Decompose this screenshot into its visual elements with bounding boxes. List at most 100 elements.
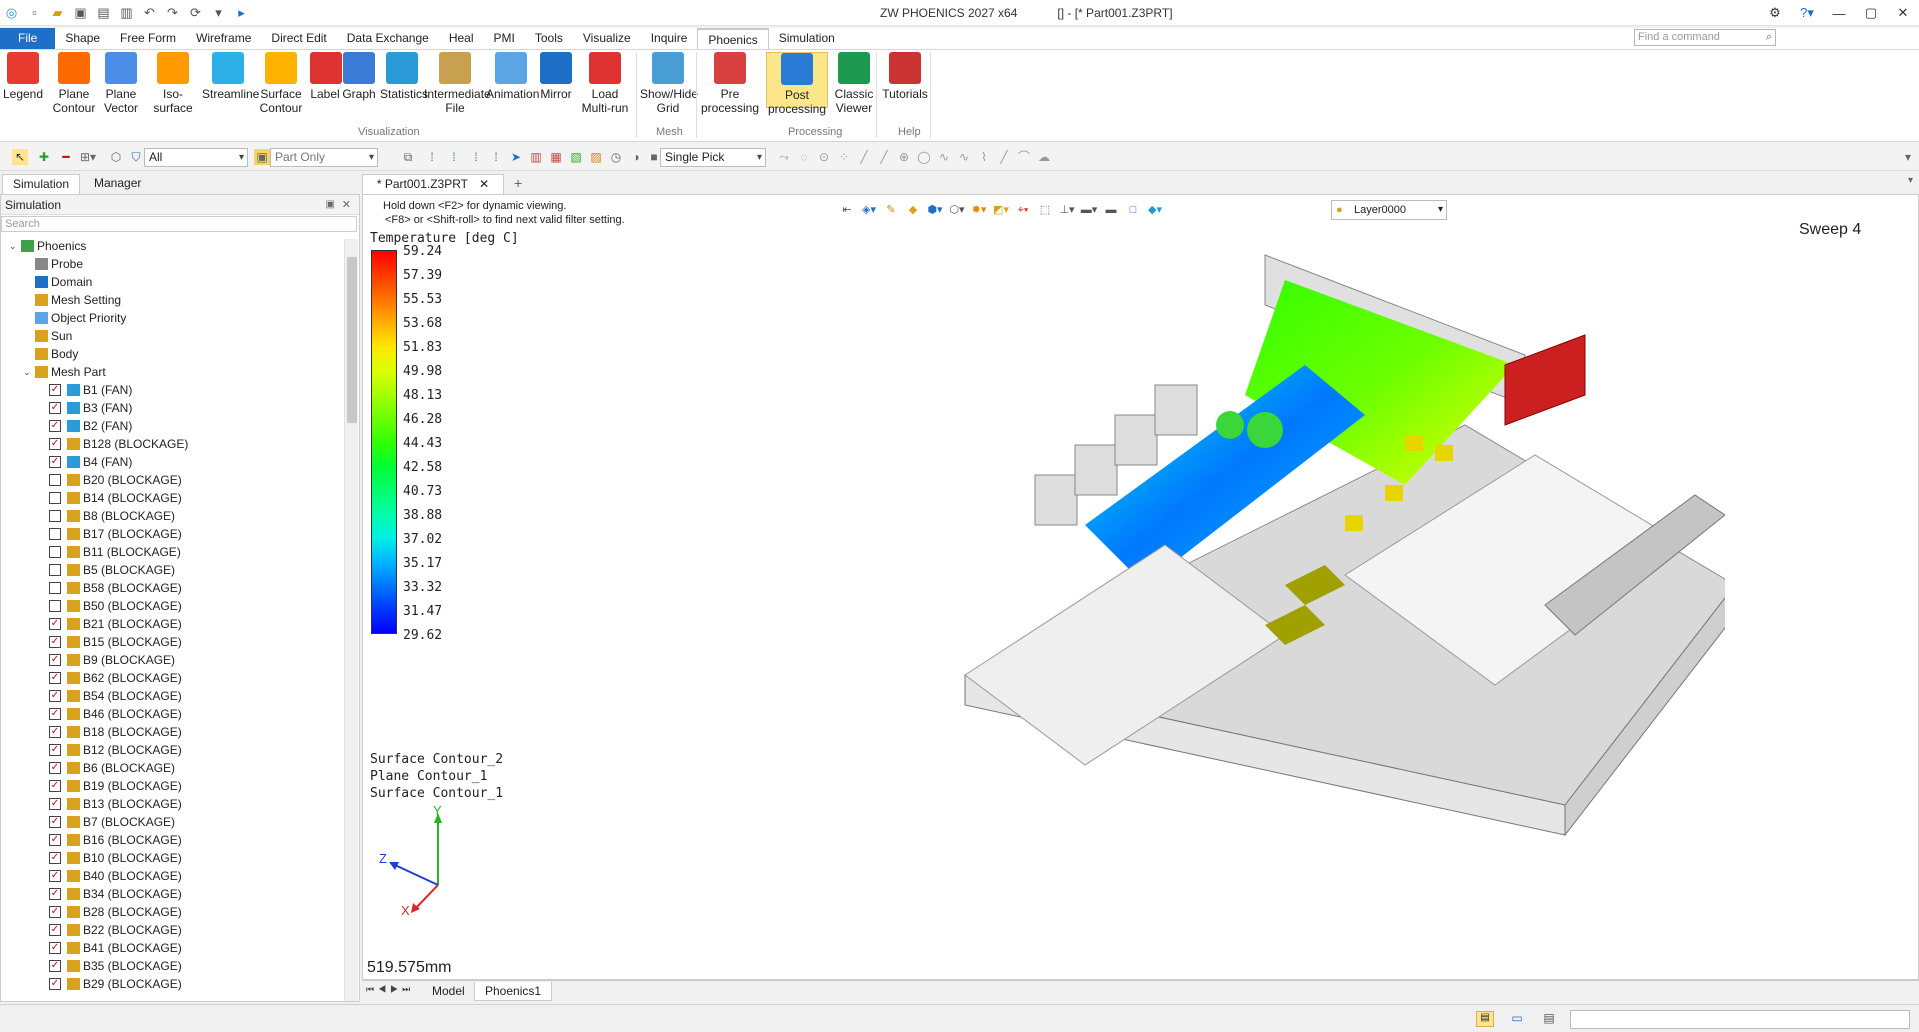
tree-item-sun[interactable]: Sun	[1, 327, 341, 345]
tree-item-mesh-part[interactable]: ⌄ Mesh Part	[1, 363, 341, 381]
select-arrow-icon[interactable]: ↖	[12, 149, 28, 165]
tree-part-row[interactable]: B8 (BLOCKAGE)	[1, 507, 341, 525]
app-logo-icon[interactable]: ◎	[2, 3, 21, 22]
tree-part-row[interactable]: ✓ B46 (BLOCKAGE)	[1, 705, 341, 723]
tree-item-probe[interactable]: Probe	[1, 255, 341, 273]
tree-part-row[interactable]: ✓ B6 (BLOCKAGE)	[1, 759, 341, 777]
menu-wireframe[interactable]: Wireframe	[186, 28, 261, 49]
part-checkbox[interactable]: ✓	[49, 384, 61, 396]
status-icon-3[interactable]: ▤	[1540, 1011, 1558, 1027]
menu-data-exchange[interactable]: Data Exchange	[337, 28, 439, 49]
part-checkbox[interactable]: ✓	[49, 780, 61, 792]
command-search-input[interactable]: Find a command ⌕	[1634, 29, 1776, 46]
history-icon[interactable]: ◷	[608, 149, 624, 165]
part-checkbox[interactable]	[49, 492, 61, 504]
tree-part-row[interactable]: ✓ B4 (FAN)	[1, 453, 341, 471]
part-checkbox[interactable]	[49, 582, 61, 594]
part-checkbox[interactable]: ✓	[49, 978, 61, 990]
tree-search-input[interactable]: Search	[1, 216, 357, 232]
tree-part-row[interactable]: ✓ B16 (BLOCKAGE)	[1, 831, 341, 849]
status-icon-1[interactable]: ▤	[1476, 1011, 1494, 1027]
menu-file[interactable]: File	[0, 28, 56, 49]
view-wire-icon[interactable]: ⬡▾	[948, 201, 966, 219]
view-display-icon[interactable]: ▬▾	[1080, 201, 1098, 219]
tree-scrollbar[interactable]	[344, 239, 358, 1001]
ribbon-load-multi-run-button[interactable]: Load Multi-run	[578, 52, 632, 115]
part-checkbox[interactable]: ✓	[49, 816, 61, 828]
menu-visualize[interactable]: Visualize	[573, 28, 641, 49]
part-checkbox[interactable]	[49, 528, 61, 540]
remove-icon[interactable]: ━	[58, 149, 74, 165]
part-checkbox[interactable]: ✓	[49, 888, 61, 900]
tree-part-row[interactable]: ✓ B35 (BLOCKAGE)	[1, 957, 341, 975]
view-axis-icon[interactable]: ⊥▾	[1058, 201, 1076, 219]
part-scope-icon[interactable]: ▣	[254, 149, 270, 165]
tab-simulation[interactable]: Simulation	[2, 174, 81, 194]
part-checkbox[interactable]	[49, 600, 61, 612]
tabs-overflow-icon[interactable]: ▾	[1908, 175, 1913, 186]
play-icon[interactable]: ▸	[232, 3, 251, 22]
tree-part-row[interactable]: B20 (BLOCKAGE)	[1, 471, 341, 489]
undo-icon[interactable]: ↶	[140, 3, 159, 22]
part-checkbox[interactable]: ✓	[49, 726, 61, 738]
ribbon-label-button[interactable]: Label	[310, 52, 342, 101]
part-checkbox[interactable]	[49, 564, 61, 576]
ribbon-show-hide-grid-button[interactable]: Show/Hide Grid	[640, 52, 698, 115]
save-icon[interactable]: ▣	[71, 3, 90, 22]
filter-combo[interactable]: All	[144, 148, 248, 167]
tree-item-mesh-setting[interactable]: Mesh Setting	[1, 291, 341, 309]
ribbon-streamline-button[interactable]: Streamline	[202, 52, 259, 101]
close-tab-icon[interactable]: ✕	[479, 177, 489, 191]
expand-chevron-icon[interactable]: ⌄	[9, 237, 19, 255]
tree-part-row[interactable]: ✓ B18 (BLOCKAGE)	[1, 723, 341, 741]
menu-simulation[interactable]: Simulation	[769, 28, 845, 49]
part-checkbox[interactable]: ✓	[49, 834, 61, 846]
view-black-icon[interactable]: ▬	[1102, 201, 1120, 219]
part-checkbox[interactable]: ✓	[49, 852, 61, 864]
part-checkbox[interactable]	[49, 510, 61, 522]
pick-icon-4[interactable]: ▨	[588, 149, 604, 165]
help-icon[interactable]: ?▾	[1791, 0, 1823, 26]
ribbon-surface-contour-button[interactable]: Surface Contour	[258, 52, 304, 115]
pick-mode-combo[interactable]: Single Pick	[660, 148, 766, 167]
curve-tool-icon-4[interactable]: ⁘	[836, 149, 852, 165]
curve-tool-icon-2[interactable]: ◌	[796, 149, 812, 165]
status-icon-2[interactable]: ▭	[1508, 1011, 1526, 1027]
ribbon-tutorials-button[interactable]: Tutorials	[882, 52, 928, 101]
curve-tool-icon-5[interactable]: ╱	[856, 149, 872, 165]
maximize-button[interactable]: ▢	[1855, 0, 1887, 26]
snap-icon-1[interactable]: ⁞	[424, 149, 440, 165]
tree-part-row[interactable]: ✓ B28 (BLOCKAGE)	[1, 903, 341, 921]
curve-tool-icon-11[interactable]: ⌇	[976, 149, 992, 165]
print-preview-icon[interactable]: ▥	[117, 3, 136, 22]
curve-tool-icon-10[interactable]: ∿	[956, 149, 972, 165]
customize-dropdown-icon[interactable]: ▾	[209, 3, 228, 22]
part-checkbox[interactable]: ✓	[49, 402, 61, 414]
tree-part-row[interactable]: B50 (BLOCKAGE)	[1, 597, 341, 615]
document-tab[interactable]: * Part001.Z3PRT ✕	[362, 174, 504, 194]
curve-tool-icon-14[interactable]: ☁	[1036, 149, 1052, 165]
curve-tool-icon-3[interactable]: ⊙	[816, 149, 832, 165]
ribbon-intermediate-file-button[interactable]: Intermediate File	[424, 52, 491, 115]
menu-phoenics[interactable]: Phoenics	[697, 28, 769, 49]
tree-item-body[interactable]: Body	[1, 345, 341, 363]
tree-item-object-priority[interactable]: Object Priority	[1, 309, 341, 327]
pick-icon-5[interactable]: ◑	[628, 149, 644, 165]
menu-direct-edit[interactable]: Direct Edit	[261, 28, 336, 49]
pick-icon-3[interactable]: ▧	[568, 149, 584, 165]
view-back-icon[interactable]: ⇤	[838, 201, 856, 219]
tree-item-phoenics[interactable]: ⌄ Phoenics	[1, 237, 341, 255]
part-checkbox[interactable]: ✓	[49, 762, 61, 774]
menu-inquire[interactable]: Inquire	[641, 28, 698, 49]
view-layer-icon[interactable]: ◆▾	[1146, 201, 1164, 219]
tree-part-row[interactable]: ✓ B34 (BLOCKAGE)	[1, 885, 341, 903]
snap-icon-3[interactable]: ⁞	[468, 149, 484, 165]
part-checkbox[interactable]: ✓	[49, 672, 61, 684]
part-checkbox[interactable]: ✓	[49, 942, 61, 954]
part-checkbox[interactable]: ✓	[49, 618, 61, 630]
tab-manager[interactable]: Manager	[84, 174, 151, 194]
tree-part-row[interactable]: ✓ B128 (BLOCKAGE)	[1, 435, 341, 453]
lasso-icon[interactable]: ⬡	[108, 149, 124, 165]
tree-part-row[interactable]: ✓ B2 (FAN)	[1, 417, 341, 435]
curve-tool-icon-1[interactable]: ⤳	[776, 149, 792, 165]
